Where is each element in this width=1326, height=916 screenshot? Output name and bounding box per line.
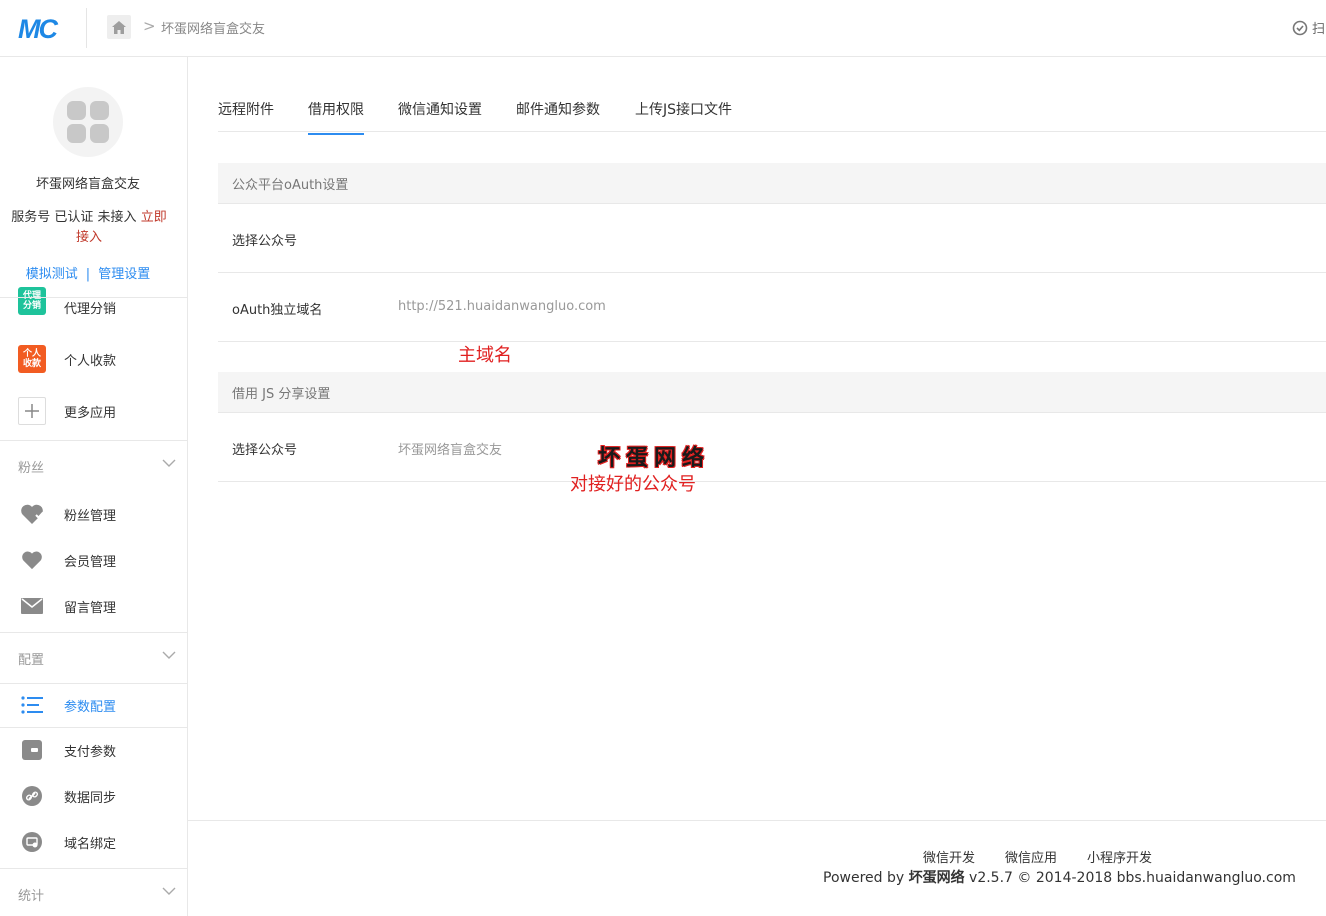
tile-text-bottom: 分销 — [22, 301, 41, 311]
sidebar-item-domain-binding[interactable]: 域名绑定 — [0, 822, 187, 862]
sidebar-group-label: 配置 — [18, 652, 45, 668]
scan-button[interactable]: 扫 — [1292, 18, 1325, 37]
sidebar: 坏蛋网络盲盒交友 服务号 已认证 未接入 立即接入 模拟测试 | 管理设置 代理 分… — [0, 57, 188, 916]
account-avatar — [53, 87, 123, 157]
sidebar-item-label: 留言管理 — [64, 600, 117, 616]
sidebar-item-label: 会员管理 — [64, 554, 117, 570]
home-button[interactable] — [107, 15, 131, 39]
copyright-brand[interactable]: 坏蛋网络 — [909, 870, 965, 886]
breadcrumb-separator: > — [143, 17, 156, 35]
heart-icon — [18, 546, 46, 574]
heart-check-icon — [18, 500, 46, 528]
field-label: 选择公众号 — [232, 443, 298, 458]
tab-remote-attachments[interactable]: 远程附件 — [218, 99, 274, 133]
simulate-test-link[interactable]: 模拟测试 — [26, 267, 78, 282]
list-settings-icon — [18, 691, 46, 719]
agent-distribution-tile: 代理 分销 — [18, 287, 46, 315]
sidebar-item-payment-params[interactable]: 支付参数 — [0, 730, 187, 770]
form-row-js-account[interactable]: 选择公众号 坏蛋网络盲盒交友 — [218, 413, 1326, 482]
sidebar-group-label: 统计 — [18, 888, 45, 904]
js-account-select[interactable]: 坏蛋网络盲盒交友 — [398, 439, 502, 458]
account-status: 服务号 已认证 未接入 立即接入 — [10, 208, 168, 248]
sidebar-item-label: 域名绑定 — [64, 836, 117, 852]
apps-grid-icon — [67, 101, 109, 143]
section-header-oauth: 公众平台oAuth设置 — [218, 163, 1326, 204]
footer-copyright: Powered by 坏蛋网络 v2.5.7 © 2014-2018 bbs.h… — [823, 867, 1296, 887]
sidebar-item-label: 个人收款 — [64, 353, 117, 369]
scan-label: 扫 — [1312, 22, 1326, 37]
form-row-oauth-account[interactable]: 选择公众号 — [218, 204, 1326, 273]
annotation-main-domain: 主域名 — [458, 345, 512, 366]
tile-text-bottom: 收款 — [22, 359, 41, 369]
sidebar-item-label: 支付参数 — [64, 744, 117, 760]
domain-icon — [18, 828, 46, 856]
tab-borrow-permissions[interactable]: 借用权限 — [308, 99, 364, 135]
link-separator: | — [85, 267, 91, 282]
sidebar-divider — [0, 727, 187, 728]
footer-links: 微信开发 微信应用 小程序开发 — [923, 847, 1182, 866]
account-status-text: 服务号 已认证 未接入 — [11, 210, 141, 225]
logo-divider — [86, 8, 87, 48]
sidebar-group-stats[interactable]: 统计 — [0, 874, 187, 914]
sidebar-item-data-sync[interactable]: 数据同步 — [0, 776, 187, 816]
sidebar-item-personal-payment[interactable]: 个人 收款 个人收款 — [0, 339, 187, 379]
sidebar-item-more-apps[interactable]: 更多应用 — [0, 391, 187, 431]
sidebar-item-label: 参数配置 — [64, 699, 117, 715]
sidebar-group-fans[interactable]: 粉丝 — [0, 446, 187, 486]
watermark: 坏蛋网络 — [598, 445, 711, 471]
sidebar-group-label: 粉丝 — [18, 460, 45, 476]
home-icon — [112, 20, 126, 34]
chevron-down-icon — [162, 887, 176, 895]
field-label: oAuth独立域名 — [232, 303, 323, 318]
footer: 微信开发 微信应用 小程序开发 Powered by 坏蛋网络 v2.5.7 © 2… — [188, 820, 1326, 916]
personal-payment-tile: 个人 收款 — [18, 345, 46, 373]
field-label: 选择公众号 — [232, 234, 298, 249]
sidebar-item-label: 粉丝管理 — [64, 508, 117, 524]
tab-upload-js-file[interactable]: 上传JS接口文件 — [635, 99, 732, 133]
footer-link-miniprogram-dev[interactable]: 小程序开发 — [1087, 851, 1152, 866]
sidebar-item-label: 更多应用 — [64, 405, 117, 421]
sidebar-divider — [0, 632, 187, 633]
sidebar-divider — [0, 868, 187, 869]
sidebar-item-agent-distribution[interactable]: 代理 分销 代理分销 — [0, 287, 187, 327]
copyright-suffix: v2.5.7 © 2014-2018 bbs.huaidanwangluo.co… — [964, 870, 1296, 886]
settings-tabs: 远程附件 借用权限 微信通知设置 邮件通知参数 上传JS接口文件 — [218, 86, 1326, 135]
sidebar-group-config[interactable]: 配置 — [0, 638, 187, 678]
plus-icon — [18, 397, 46, 425]
scan-icon — [1292, 20, 1308, 35]
tile-text-top: 代理 — [22, 291, 41, 301]
tab-wechat-notification[interactable]: 微信通知设置 — [398, 99, 482, 133]
copyright-prefix: Powered by — [823, 870, 909, 886]
section-header-js-share: 借用 JS 分享设置 — [218, 372, 1326, 413]
sidebar-item-message-management[interactable]: 留言管理 — [0, 586, 187, 626]
chevron-down-icon — [162, 459, 176, 467]
sidebar-item-label: 代理分销 — [64, 301, 117, 317]
top-bar: MC > 坏蛋网络盲盒交友 扫 — [0, 0, 1326, 57]
sidebar-item-label: 数据同步 — [64, 790, 117, 806]
breadcrumb-current[interactable]: 坏蛋网络盲盒交友 — [161, 18, 265, 37]
sidebar-item-fans-management[interactable]: 粉丝管理 — [0, 494, 187, 534]
tab-mail-notification[interactable]: 邮件通知参数 — [516, 99, 600, 133]
sidebar-divider — [0, 440, 187, 441]
tile-text-top: 个人 — [22, 349, 41, 359]
logo[interactable]: MC — [18, 14, 58, 45]
mail-icon — [18, 592, 46, 620]
sidebar-item-parameter-config[interactable]: 参数配置 — [0, 685, 187, 725]
link-icon — [18, 782, 46, 810]
sidebar-item-member-management[interactable]: 会员管理 — [0, 540, 187, 580]
form-row-oauth-domain: oAuth独立域名 http://521.huaidanwangluo.com — [218, 273, 1326, 342]
footer-link-wechat-dev[interactable]: 微信开发 — [923, 851, 975, 866]
wallet-icon — [18, 736, 46, 764]
manage-settings-link[interactable]: 管理设置 — [98, 267, 150, 282]
sidebar-divider — [0, 683, 187, 684]
footer-link-wechat-apps[interactable]: 微信应用 — [1005, 851, 1057, 866]
chevron-down-icon — [162, 651, 176, 659]
account-name: 坏蛋网络盲盒交友 — [35, 177, 140, 192]
sidebar-divider — [0, 297, 187, 298]
oauth-domain-field[interactable]: http://521.huaidanwangluo.com — [398, 299, 606, 314]
annotation-connected-account: 对接好的公众号 — [570, 474, 696, 495]
account-links: 模拟测试 | 管理设置 — [0, 263, 176, 282]
